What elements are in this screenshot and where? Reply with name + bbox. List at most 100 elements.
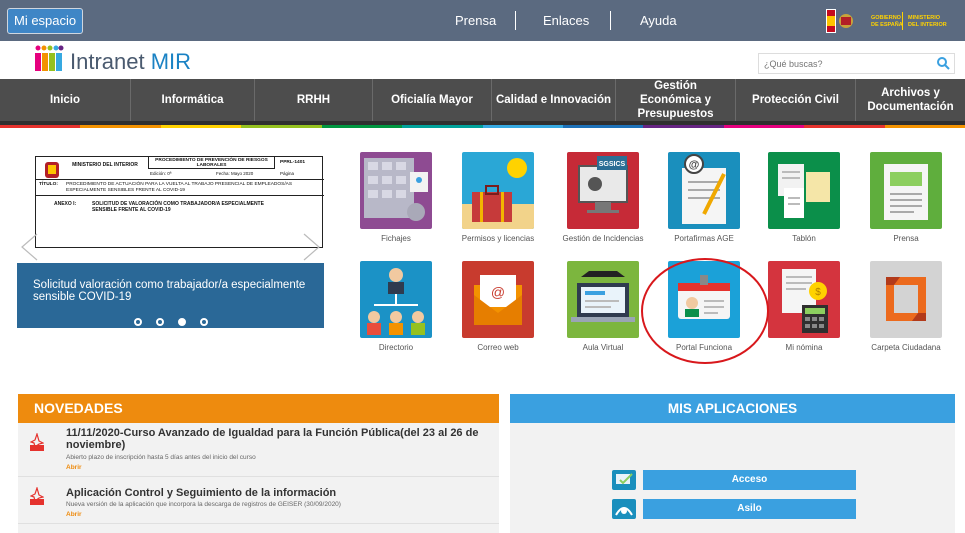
nav-calidad-innovacion[interactable]: Calidad e Innovación xyxy=(492,79,616,121)
search-input[interactable] xyxy=(759,54,934,73)
novedades-header: NOVEDADES xyxy=(18,394,499,423)
app-carpeta-ciudadana[interactable]: Carpeta Ciudadana xyxy=(866,261,946,371)
intranet-logo-icon[interactable] xyxy=(34,45,64,73)
stripe-segment xyxy=(482,125,563,128)
app-label: Mi nómina xyxy=(785,343,823,352)
laptop-icon xyxy=(567,261,639,338)
pdf-icon xyxy=(30,487,44,505)
suitcase-icon xyxy=(462,152,534,229)
mi-espacio-button[interactable]: Mi espacio xyxy=(7,8,84,34)
divider xyxy=(515,11,516,30)
app-permisos-licencias[interactable]: Permisos y licencias xyxy=(458,152,538,262)
brand-prefix: Intranet xyxy=(70,49,151,74)
slider-dot[interactable] xyxy=(134,318,142,326)
news-description: Nueva versión de la aplicación que incor… xyxy=(66,501,341,508)
nav-oficialia-mayor[interactable]: Oficialía Mayor xyxy=(373,79,492,121)
brand-name[interactable]: Intranet MIR xyxy=(70,49,191,75)
nav-gestion-economica[interactable]: Gestión Económica y Presupuestos xyxy=(616,79,736,121)
newspaper-icon xyxy=(870,152,942,229)
ayuda-link[interactable]: Ayuda xyxy=(640,13,677,28)
news-open-link[interactable]: Abrir xyxy=(66,511,82,518)
slider-prev-arrow[interactable] xyxy=(19,232,39,262)
app-gestion-incidencias[interactable]: SGSICS Gestión de Incidencias xyxy=(563,152,643,262)
app-label: Fichajes xyxy=(381,234,411,243)
app-correo-web[interactable]: @ Correo web xyxy=(458,261,538,371)
asilo-icon xyxy=(612,499,636,519)
sgsics-badge: SGSICS xyxy=(599,161,626,168)
search-icon[interactable] xyxy=(933,54,954,73)
doc-date: Fecha: Mayo 2020 xyxy=(216,171,254,176)
app-fichajes[interactable]: Fichajes xyxy=(356,152,436,262)
news-item[interactable]: 11/11/2020-Curso Avanzado de Igualdad pa… xyxy=(18,423,499,477)
news-item[interactable]: Aplicación Control y Seguimiento de la i… xyxy=(18,477,499,524)
news-title[interactable]: Aplicación Control y Seguimiento de la i… xyxy=(66,487,486,499)
app-label: Tablón xyxy=(792,234,816,243)
doc-page: Página xyxy=(280,171,295,176)
app-label: Aula Virtual xyxy=(582,343,624,352)
nav-proteccion-civil[interactable]: Protección Civil xyxy=(736,79,856,121)
doc-procedure: PROCEDIMIENTO DE PREVENCIÓN DE RIESGOS L… xyxy=(148,157,275,169)
app-label: Prensa xyxy=(893,234,919,243)
slide-document-image[interactable]: MINISTERIO DEL INTERIOR PROCEDIMIENTO DE… xyxy=(35,156,324,248)
color-stripe xyxy=(0,125,965,128)
app-label: Correo web xyxy=(477,343,519,352)
enlaces-link[interactable]: Enlaces xyxy=(543,13,589,28)
signature-icon: @ xyxy=(668,152,740,229)
svg-text:DE ESPAÑA: DE ESPAÑA xyxy=(871,21,903,28)
svg-text:@: @ xyxy=(689,159,700,171)
main-nav: Inicio Informática RRHH Oficialía Mayor … xyxy=(0,79,965,125)
doc-titulo-label: TÍTULO: xyxy=(39,182,58,187)
app-portafirmas-age[interactable]: @ Portafirmas AGE xyxy=(664,152,744,262)
prensa-link[interactable]: Prensa xyxy=(455,13,496,28)
acceso-button[interactable]: Acceso xyxy=(643,470,856,490)
news-title[interactable]: 11/11/2020-Curso Avanzado de Igualdad pa… xyxy=(66,427,486,451)
acceso-icon xyxy=(612,470,636,490)
notice-board-icon xyxy=(768,152,840,229)
at-glyph: @ xyxy=(491,284,505,300)
gobierno-logo: GOBIERNO DE ESPAÑA MINISTERIO DEL INTERI… xyxy=(826,9,958,33)
coat-of-arms-icon xyxy=(45,162,59,178)
divider xyxy=(610,11,611,30)
svg-text:GOBIERNO: GOBIERNO xyxy=(871,15,902,21)
slider-dot[interactable] xyxy=(156,318,164,326)
slider-next-arrow[interactable] xyxy=(302,232,322,262)
top-bar: Mi espacio Prensa Enlaces Ayuda GOBIERNO… xyxy=(0,0,965,41)
search-box xyxy=(758,53,955,74)
app-label: Gestión de Incidencias xyxy=(562,234,644,243)
mis-aplicaciones-header: MIS APLICACIONES xyxy=(510,394,955,423)
mail-icon: @ xyxy=(462,261,534,338)
app-prensa[interactable]: Prensa xyxy=(866,152,946,262)
svg-text:$: $ xyxy=(815,287,821,298)
doc-code: PPRL-1401 xyxy=(280,160,306,165)
asilo-button[interactable]: Asilo xyxy=(643,499,856,519)
app-label: Carpeta Ciudadana xyxy=(871,343,941,352)
svg-text:MINISTERIO: MINISTERIO xyxy=(908,15,941,21)
payslip-icon: $ xyxy=(768,261,840,338)
svg-text:DEL INTERIOR: DEL INTERIOR xyxy=(908,22,947,28)
stripe-segment xyxy=(804,125,885,128)
pdf-icon xyxy=(30,433,44,451)
nav-rrhh[interactable]: RRHH xyxy=(255,79,373,121)
app-aula-virtual[interactable]: Aula Virtual xyxy=(563,261,643,371)
stripe-segment xyxy=(241,125,322,128)
stripe-segment xyxy=(402,125,483,128)
news-open-link[interactable]: Abrir xyxy=(66,464,82,471)
divider xyxy=(36,195,324,196)
app-label: Directorio xyxy=(378,343,414,352)
nav-informatica[interactable]: Informática xyxy=(131,79,255,121)
nav-archivos-documentacion[interactable]: Archivos y Documentación xyxy=(856,79,965,121)
app-label: Portafirmas AGE xyxy=(674,234,734,243)
doc-anexo: SOLICITUD DE VALORACIÓN COMO TRABAJADOR/… xyxy=(92,201,264,213)
nav-inicio[interactable]: Inicio xyxy=(0,79,131,121)
stripe-segment xyxy=(562,125,644,128)
people-icon xyxy=(360,261,432,338)
stripe-segment xyxy=(80,125,161,128)
slider-dot[interactable] xyxy=(200,318,208,326)
app-label: Permisos y licencias xyxy=(461,234,535,243)
stripe-segment xyxy=(160,125,242,128)
slider-dot-active[interactable] xyxy=(178,318,186,326)
app-mi-nomina[interactable]: $ Mi nómina xyxy=(764,261,844,371)
slider-dots xyxy=(134,318,208,326)
app-directorio[interactable]: Directorio xyxy=(356,261,436,371)
app-tablon[interactable]: Tablón xyxy=(764,152,844,262)
